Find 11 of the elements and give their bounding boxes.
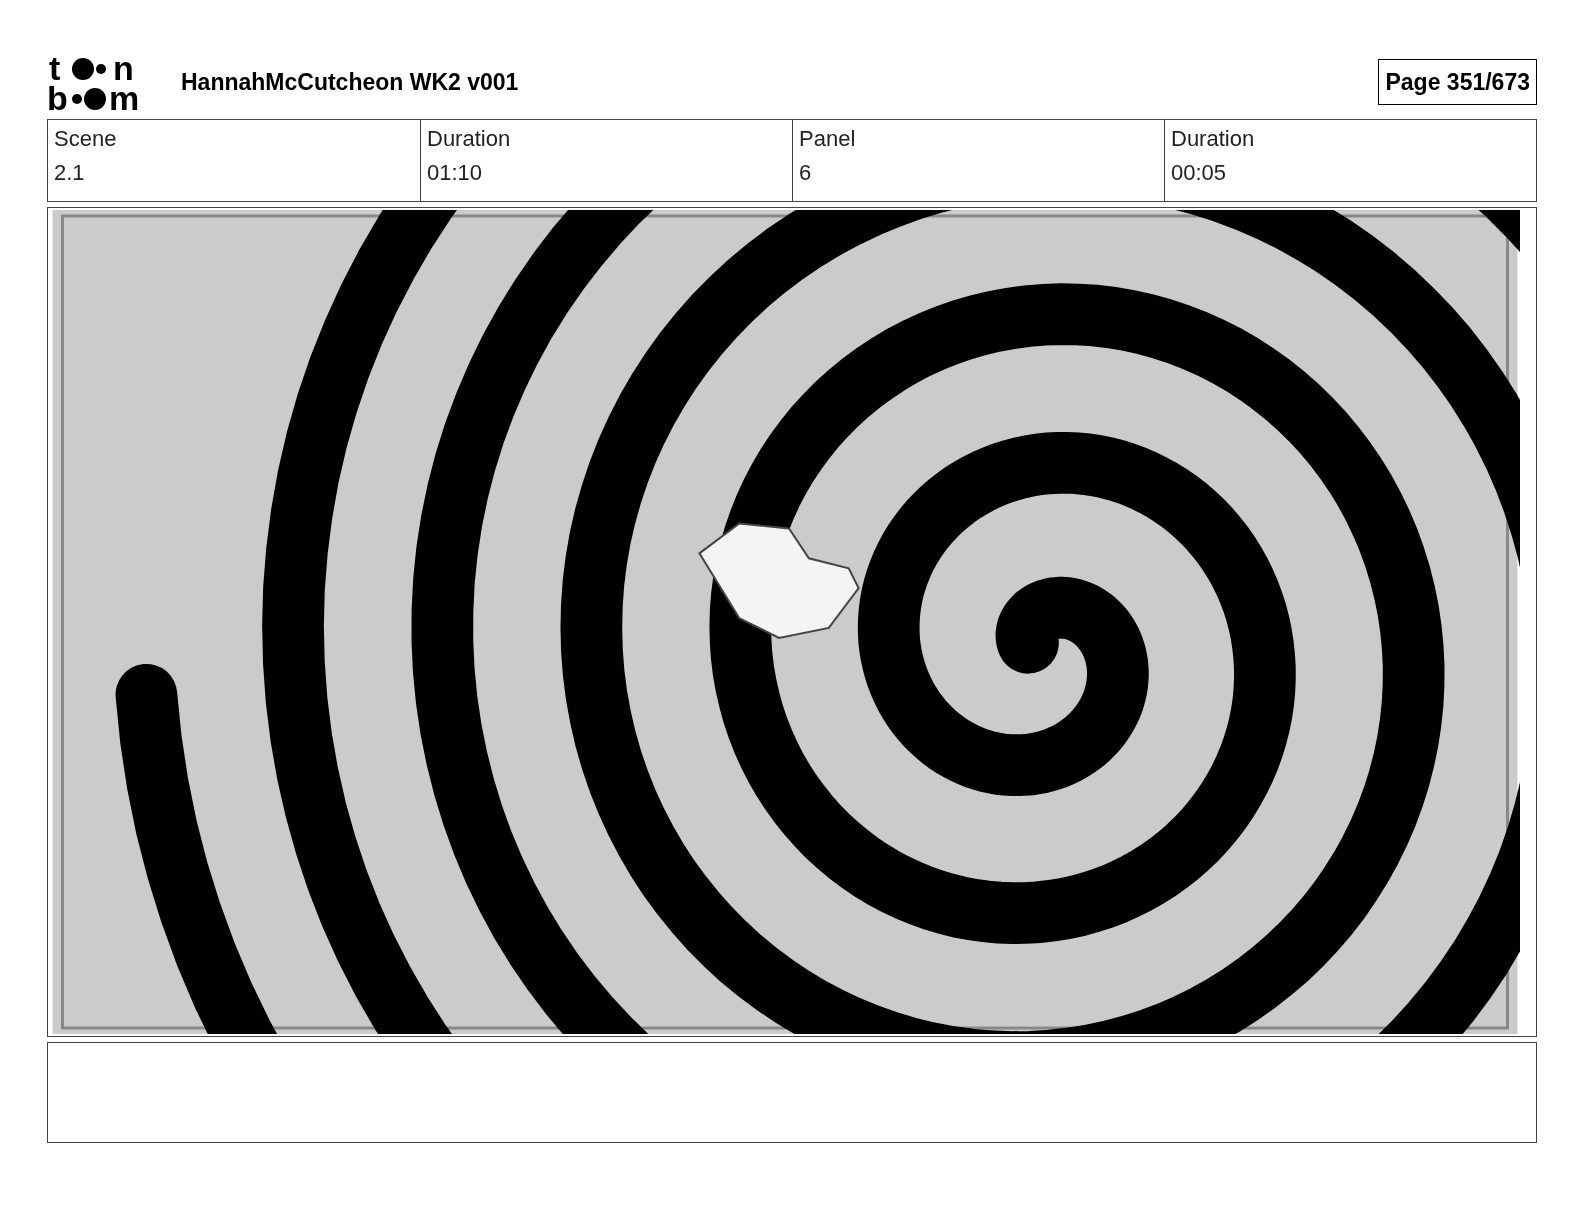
page-number: Page 351/673 xyxy=(1378,58,1537,106)
field-label: Panel xyxy=(799,126,857,152)
field-label: Scene xyxy=(54,126,118,152)
storyboard-title: HannahMcCutcheon WK2 v001 xyxy=(181,67,519,97)
field-value: 01:10 xyxy=(427,160,484,186)
field-label: Duration xyxy=(1171,126,1256,152)
logo-drawing: t n b m xyxy=(47,52,159,112)
field-value: 6 xyxy=(799,160,813,186)
field-label: Duration xyxy=(427,126,512,152)
field-value: 2.1 xyxy=(54,160,86,186)
field-value: 00:05 xyxy=(1171,160,1228,186)
